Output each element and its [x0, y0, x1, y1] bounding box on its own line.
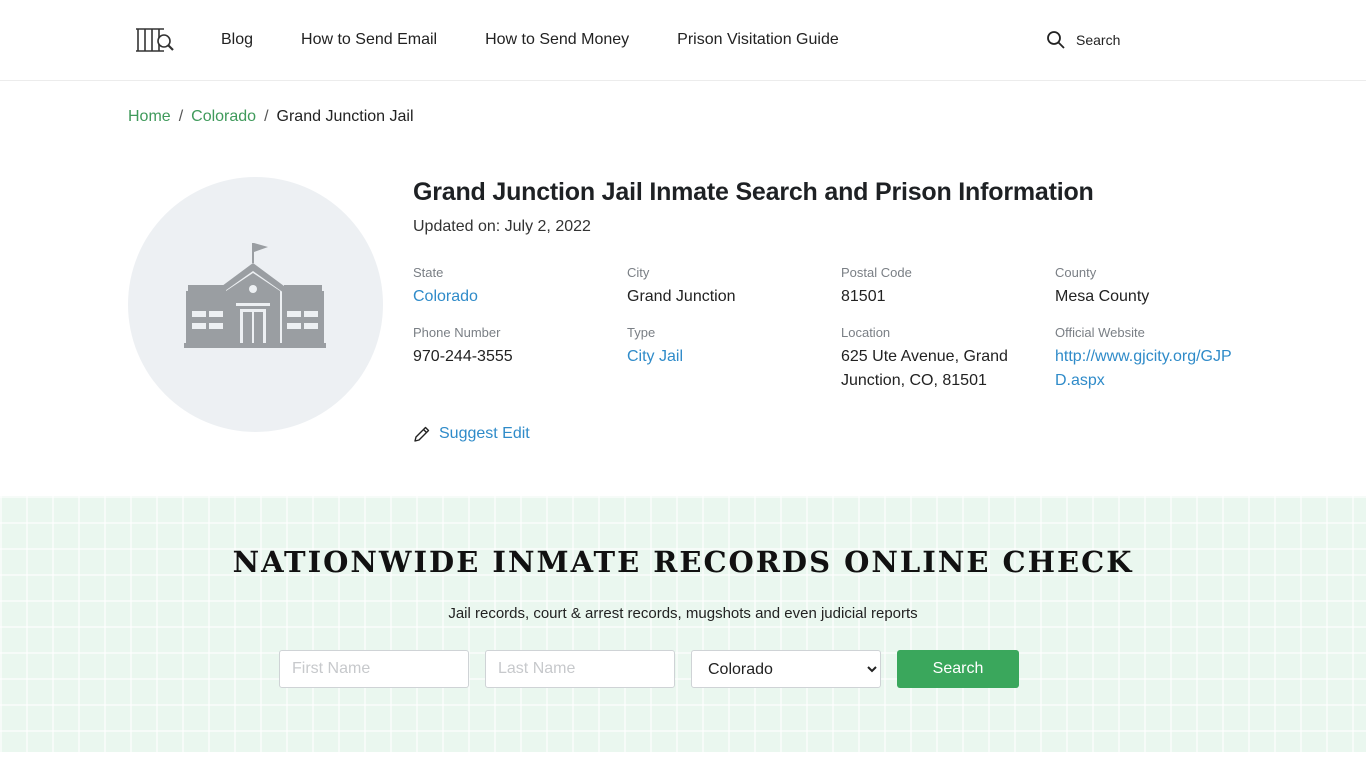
main-nav: Blog How to Send Email How to Send Money… — [221, 30, 839, 50]
field-label: Location — [841, 325, 891, 340]
field-city: City Grand Junction — [627, 265, 827, 309]
banner-title: NATIONWIDE INMATE RECORDS ONLINE CHECK — [232, 545, 1134, 579]
header-search-button[interactable]: Search — [1046, 30, 1120, 50]
banner-subtitle: Jail records, court & arrest records, mu… — [448, 605, 918, 622]
last-name-input[interactable] — [485, 650, 675, 688]
state-link[interactable]: Colorado — [413, 285, 613, 309]
breadcrumb: Home / Colorado / Grand Junction Jail — [128, 107, 414, 127]
nav-visitation-guide[interactable]: Prison Visitation Guide — [677, 30, 839, 50]
search-icon — [1047, 31, 1065, 49]
breadcrumb-home[interactable]: Home — [128, 107, 171, 127]
field-county: County Mesa County — [1055, 265, 1255, 309]
inmate-search-form: Colorado Search — [279, 650, 1019, 688]
pencil-icon — [414, 426, 430, 442]
page-title: Grand Junction Jail Inmate Search and Pr… — [413, 178, 1094, 206]
field-label: Postal Code — [841, 265, 912, 280]
breadcrumb-state[interactable]: Colorado — [191, 107, 256, 127]
state-select[interactable]: Colorado — [691, 650, 881, 688]
suggest-edit-link[interactable]: Suggest Edit — [413, 425, 530, 443]
field-label: State — [413, 265, 444, 280]
breadcrumb-separator: / — [178, 108, 184, 125]
building-icon — [184, 243, 326, 348]
search-button[interactable]: Search — [897, 650, 1019, 688]
header-search-label: Search — [1076, 32, 1121, 48]
jail-logo-icon[interactable] — [134, 26, 176, 54]
field-state: State Colorado — [413, 265, 613, 309]
field-value: Grand Junction — [627, 288, 736, 305]
field-type: Type City Jail — [627, 325, 827, 369]
site-header: Blog How to Send Email How to Send Money… — [0, 0, 1366, 81]
field-value: 81501 — [841, 288, 886, 305]
nav-blog[interactable]: Blog — [221, 30, 253, 50]
field-label: Official Website — [1055, 325, 1145, 340]
field-label: City — [627, 265, 650, 280]
field-label: Type — [627, 325, 656, 340]
type-link[interactable]: City Jail — [627, 345, 827, 369]
field-website: Official Website http://www.gjcity.org/G… — [1055, 325, 1241, 393]
field-value: 970-244-3555 — [413, 348, 513, 365]
suggest-edit-label: Suggest Edit — [439, 425, 530, 442]
field-value: Mesa County — [1055, 288, 1150, 305]
breadcrumb-current: Grand Junction Jail — [276, 108, 414, 125]
updated-date: Updated on: July 2, 2022 — [413, 218, 591, 235]
nav-send-money[interactable]: How to Send Money — [485, 30, 629, 50]
first-name-input[interactable] — [279, 650, 469, 688]
records-search-banner — [0, 496, 1366, 752]
website-link[interactable]: http://www.gjcity.org/GJPD.aspx — [1055, 345, 1241, 393]
nav-send-email[interactable]: How to Send Email — [301, 30, 437, 50]
field-phone: Phone Number 970-244-3555 — [413, 325, 613, 369]
field-label: County — [1055, 265, 1097, 280]
breadcrumb-separator: / — [264, 108, 269, 125]
field-value: 625 Ute Avenue, Grand Junction, CO, 8150… — [841, 348, 1008, 389]
field-postal-code: Postal Code 81501 — [841, 265, 1041, 309]
field-label: Phone Number — [413, 325, 501, 340]
field-location: Location 625 Ute Avenue, Grand Junction,… — [841, 325, 1021, 393]
facility-image — [128, 177, 383, 432]
